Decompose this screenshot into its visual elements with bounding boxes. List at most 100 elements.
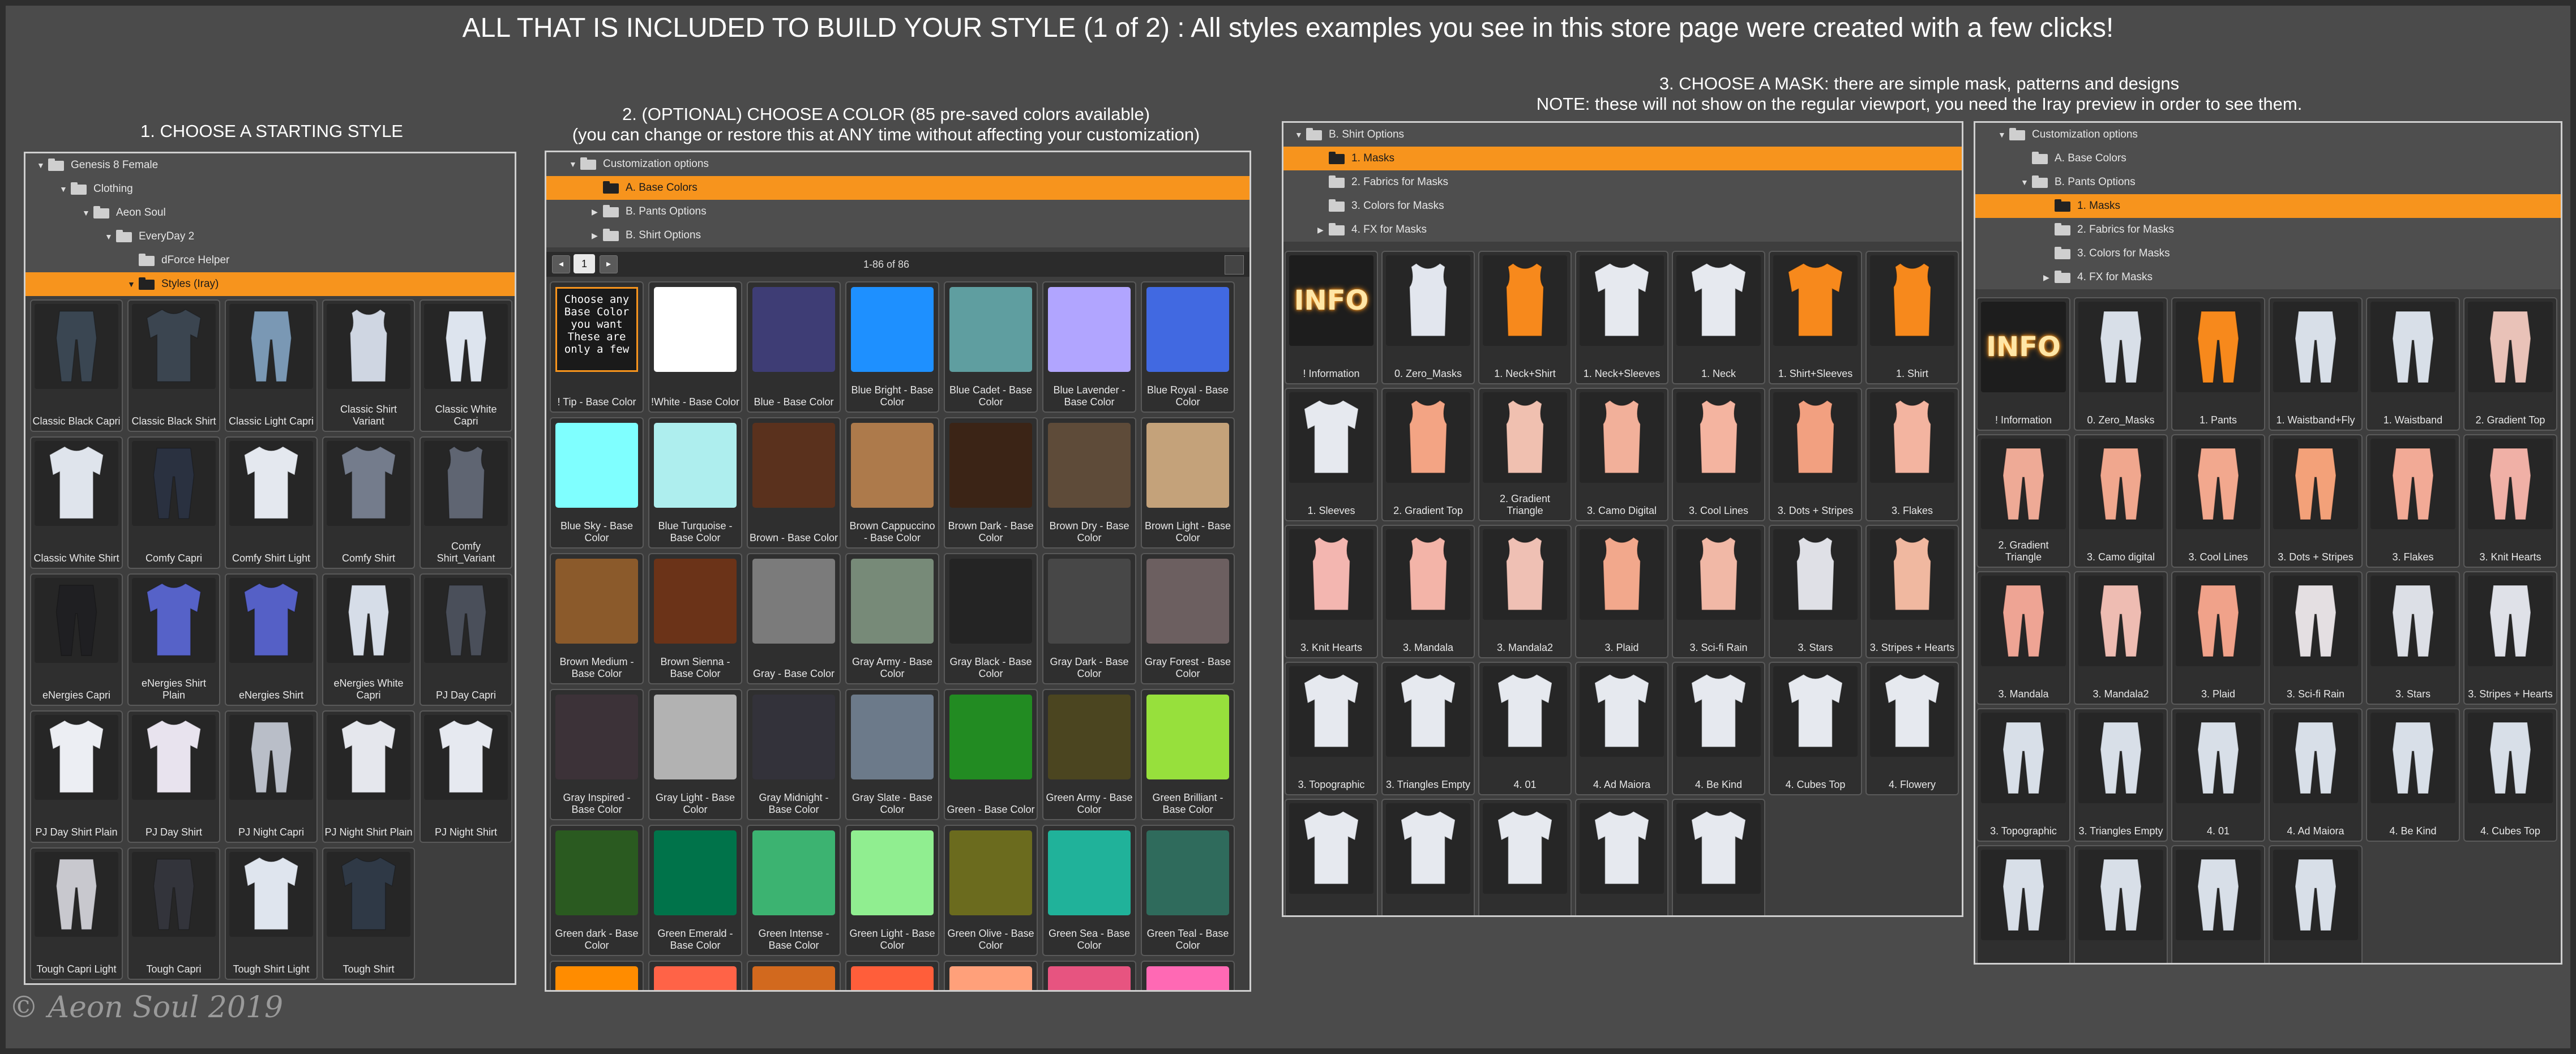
color-brown-sienna-base-color[interactable]: Brown Sienna - Base Color: [648, 553, 742, 684]
chevron-down-icon[interactable]: ▼: [569, 152, 577, 176]
chevron-down-icon[interactable]: ▼: [105, 225, 113, 248]
shirt-mask-4-flowery[interactable]: 4. Flowery: [1865, 662, 1959, 795]
tree-item-4-fx-for-masks[interactable]: ▶ 4. FX for Masks: [1283, 218, 1962, 242]
shirt-mask-4-happyness[interactable]: 4. Happyness: [1478, 799, 1572, 915]
pants-mask-1-waistband[interactable]: 1. Waistband: [2366, 297, 2460, 431]
style-tough-capri-light[interactable]: Tough Capri Light: [30, 847, 123, 980]
style-classic-black-capri[interactable]: Classic Black Capri: [30, 299, 123, 432]
pants-mask-information[interactable]: INFO ! Information: [1976, 297, 2070, 431]
color-blue-sky-base-color[interactable]: Blue Sky - Base Color: [550, 417, 644, 549]
shirt-mask-1-neck[interactable]: 1. Neck: [1672, 251, 1765, 384]
tree-item-a-base-colors[interactable]: A. Base Colors: [1975, 147, 2561, 170]
pants-mask-3-plaid[interactable]: 3. Plaid: [2171, 571, 2265, 705]
shirt-mask-4-happyness[interactable]: 4. Happyness+: [1381, 799, 1475, 915]
color-blue-base-color[interactable]: Blue - Base Color: [747, 281, 841, 413]
shirt-mask-2-gradient-triangle[interactable]: 2. Gradient Triangle: [1478, 388, 1572, 521]
style-pj-night-shirt-plain[interactable]: PJ Night Shirt Plain: [322, 710, 415, 843]
color-brown-medium-base-color[interactable]: Brown Medium - Base Color: [550, 553, 644, 684]
chevron-down-icon[interactable]: ▼: [82, 201, 90, 225]
shirt-mask-3-cool-lines[interactable]: 3. Cool Lines: [1672, 388, 1765, 521]
pants-mask-4-be-kind[interactable]: 4. Be Kind: [2366, 708, 2460, 842]
pants-mask-3-dots-stripes[interactable]: 3. Dots + Stripes: [2269, 434, 2363, 568]
color-blue-royal-base-color[interactable]: Blue Royal - Base Color: [1141, 281, 1235, 413]
shirt-mask-3-knit-hearts[interactable]: 3. Knit Hearts: [1285, 525, 1378, 658]
color-brown-cappuccino-base-color[interactable]: Brown Cappuccino - Base Color: [845, 417, 939, 549]
color-brown-dark-base-color[interactable]: Brown Dark - Base Color: [944, 417, 1038, 549]
pants-mask-3-stars[interactable]: 3. Stars: [2366, 571, 2460, 705]
style-energies-shirt-plain[interactable]: eNergies Shirt Plain: [127, 573, 220, 706]
style-comfy-shirt[interactable]: Comfy Shirt: [322, 436, 415, 569]
pants-mask-3-topographic[interactable]: 3. Topographic: [1976, 708, 2070, 842]
color-gray-light-base-color[interactable]: Gray Light - Base Color: [648, 689, 742, 820]
pants-mask-4-01[interactable]: 4. 01: [2171, 708, 2265, 842]
shirt-mask-2-gradient-top[interactable]: 2. Gradient Top: [1381, 388, 1475, 521]
chevron-down-icon[interactable]: ▼: [1295, 123, 1303, 147]
style-classic-light-capri[interactable]: Classic Light Capri: [225, 299, 318, 432]
color-tile-partial[interactable]: [944, 961, 1038, 990]
shirt-mask-1-shirt[interactable]: 1. Shirt: [1865, 251, 1959, 384]
tree-item-b-shirt-options[interactable]: ▶ B. Shirt Options: [546, 224, 1250, 247]
color-gray-army-base-color[interactable]: Gray Army - Base Color: [845, 553, 939, 684]
tree-item-3-colors-for-masks[interactable]: 3. Colors for Masks: [1975, 242, 2561, 265]
color-brown-base-color[interactable]: Brown - Base Color: [747, 417, 841, 549]
color-green-brilliant-base-color[interactable]: Green Brilliant - Base Color: [1141, 689, 1235, 820]
style-energies-white-capri[interactable]: eNergies White Capri: [322, 573, 415, 706]
pants-mask-3-mandala[interactable]: 3. Mandala: [1976, 571, 2070, 705]
style-pj-day-capri[interactable]: PJ Day Capri: [420, 573, 512, 706]
color-tile-partial[interactable]: [845, 961, 939, 990]
color-green-base-color[interactable]: Green - Base Color: [944, 689, 1038, 820]
shirt-mask-4-ad-maiora[interactable]: 4. Ad Maiora: [1575, 662, 1668, 795]
style-tough-shirt-light[interactable]: Tough Shirt Light: [225, 847, 318, 980]
color-tile-partial[interactable]: [648, 961, 742, 990]
shirt-mask-3-plaid[interactable]: 3. Plaid: [1575, 525, 1668, 658]
style-energies-capri[interactable]: eNergies Capri: [30, 573, 123, 706]
color-green-emerald-base-color[interactable]: Green Emerald - Base Color: [648, 825, 742, 956]
color-gray-inspired-base-color[interactable]: Gray Inspired - Base Color: [550, 689, 644, 820]
tree-item-b-pants-options[interactable]: ▼ B. Pants Options: [1975, 170, 2561, 194]
color-brown-light-base-color[interactable]: Brown Light - Base Color: [1141, 417, 1235, 549]
chevron-down-icon[interactable]: ▼: [59, 177, 67, 201]
style-tough-capri[interactable]: Tough Capri: [127, 847, 220, 980]
chevron-right-icon[interactable]: ▶: [592, 224, 598, 247]
tree-item-1-masks[interactable]: 1. Masks: [1283, 147, 1962, 170]
color-blue-lavender-base-color[interactable]: Blue Lavender - Base Color: [1042, 281, 1136, 413]
tree-item-b-pants-options[interactable]: ▶ B. Pants Options: [546, 200, 1250, 224]
pants-mask-1-waistband-fly[interactable]: 1. Waistband+Fly: [2269, 297, 2363, 431]
color-tile-partial[interactable]: [1141, 961, 1235, 990]
tree-item-clothing[interactable]: ▼ Clothing: [25, 177, 515, 201]
shirt-mask-3-camo-digital[interactable]: 3. Camo Digital: [1575, 388, 1668, 521]
prev-page-button[interactable]: ◂: [552, 255, 570, 273]
style-classic-black-shirt[interactable]: Classic Black Shirt: [127, 299, 220, 432]
color-tip-base-color[interactable]: Choose any Base Color you want These are…: [550, 281, 644, 413]
tree-item-4-fx-for-masks[interactable]: ▶ 4. FX for Masks: [1975, 265, 2561, 289]
color-brown-dry-base-color[interactable]: Brown Dry - Base Color: [1042, 417, 1136, 549]
shirt-mask-3-flakes[interactable]: 3. Flakes: [1865, 388, 1959, 521]
shirt-mask-4-cubes-top[interactable]: 4. Cubes Top: [1769, 662, 1862, 795]
chevron-down-icon[interactable]: ▼: [37, 153, 45, 177]
color-blue-bright-base-color[interactable]: Blue Bright - Base Color: [845, 281, 939, 413]
style-pj-day-shirt-plain[interactable]: PJ Day Shirt Plain: [30, 710, 123, 843]
style-comfy-shirt-light[interactable]: Comfy Shirt Light: [225, 436, 318, 569]
pants-mask-3-camo-digital[interactable]: 3. Camo digital: [2074, 434, 2168, 568]
shirt-mask-3-triangles-empty[interactable]: 3. Triangles Empty: [1381, 662, 1475, 795]
shirt-mask-1-neck-sleeves[interactable]: 1. Neck+Sleeves: [1575, 251, 1668, 384]
tree-item-customization-options[interactable]: ▼ Customization options: [1975, 123, 2561, 147]
style-pj-day-shirt[interactable]: PJ Day Shirt: [127, 710, 220, 843]
pants-mask-1-pants[interactable]: 1. Pants: [2171, 297, 2265, 431]
color-green-army-base-color[interactable]: Green Army - Base Color: [1042, 689, 1136, 820]
tree-item-genesis-8-female[interactable]: ▼ Genesis 8 Female: [25, 153, 515, 177]
pants-mask-4-flowery[interactable]: 4. Flowery: [1976, 845, 2070, 963]
color-tile-partial[interactable]: [550, 961, 644, 990]
shirt-mask-4-foxy[interactable]: 4. Foxy: [1285, 799, 1378, 915]
chevron-down-icon[interactable]: ▼: [127, 272, 135, 296]
pants-mask-4-symbols[interactable]: 4. Symbols: [2269, 845, 2363, 963]
shirt-mask-3-stripes-hearts[interactable]: 3. Stripes + Hearts: [1865, 525, 1959, 658]
style-energies-shirt[interactable]: eNergies Shirt: [225, 573, 318, 706]
style-pj-night-shirt[interactable]: PJ Night Shirt: [420, 710, 512, 843]
pants-mask-4-racing[interactable]: 4. Racing: [2171, 845, 2265, 963]
color-green-intense-base-color[interactable]: Green Intense - Base Color: [747, 825, 841, 956]
pants-mask-4-ad-maiora[interactable]: 4. Ad Maiora: [2269, 708, 2363, 842]
chevron-right-icon[interactable]: ▶: [592, 200, 598, 224]
shirt-mask-4-racing[interactable]: 4. Racing: [1575, 799, 1668, 915]
color-tile-partial[interactable]: [747, 961, 841, 990]
